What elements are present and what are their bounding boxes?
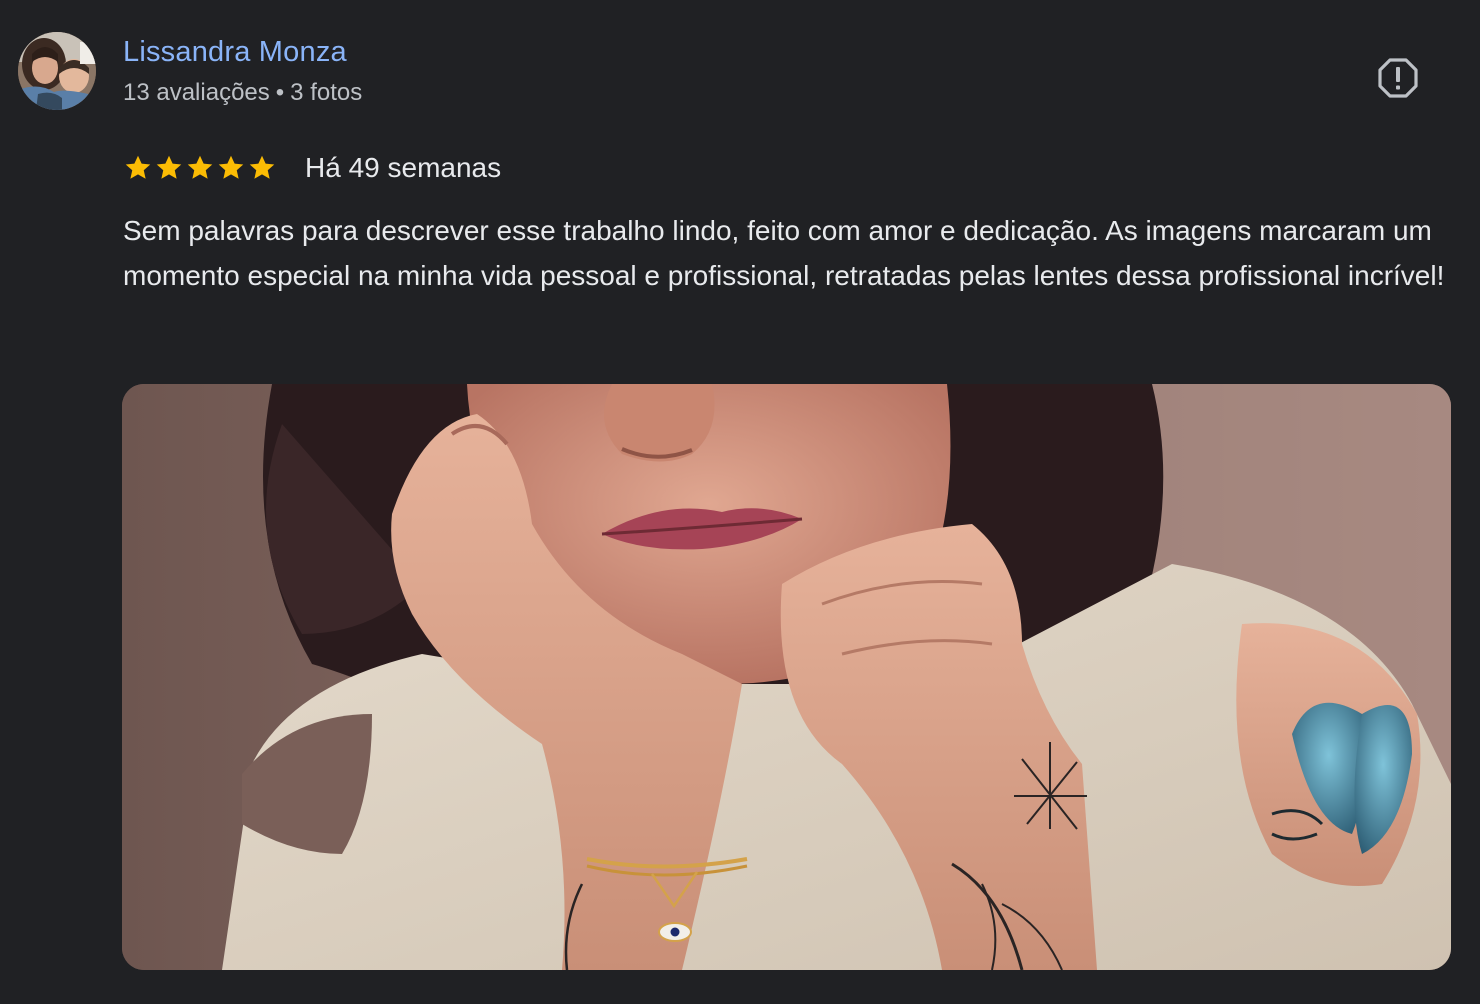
photos-count: 3 fotos [290, 79, 363, 106]
star-icon [187, 155, 213, 179]
portrait-photo [122, 384, 1451, 970]
review-date: Há 49 semanas [305, 152, 502, 183]
reviews-count: 13 avaliações [123, 79, 270, 106]
review-text: Sem palavras para descrever esse trabalh… [123, 215, 1445, 291]
reviewer-meta: 13 avaliações • 3 fotos [123, 79, 362, 107]
reviewer-avatar[interactable] [18, 32, 96, 110]
rating-row: Há 49 semanas [123, 148, 501, 188]
meta-separator: • [275, 79, 285, 106]
review-photo[interactable] [122, 384, 1451, 970]
star-icon [249, 155, 275, 179]
star-icon [125, 155, 151, 179]
report-review-button[interactable] [1372, 52, 1424, 104]
star-icon [218, 155, 244, 179]
review-card: Lissandra Monza 13 avaliações • 3 fotos Há… [0, 0, 1480, 1004]
star-icon [156, 155, 182, 179]
report-flag-icon [1378, 58, 1418, 98]
star-rating [123, 153, 277, 183]
avatar-photo [18, 32, 96, 110]
reviewer-name-link[interactable]: Lissandra Monza [123, 36, 347, 69]
